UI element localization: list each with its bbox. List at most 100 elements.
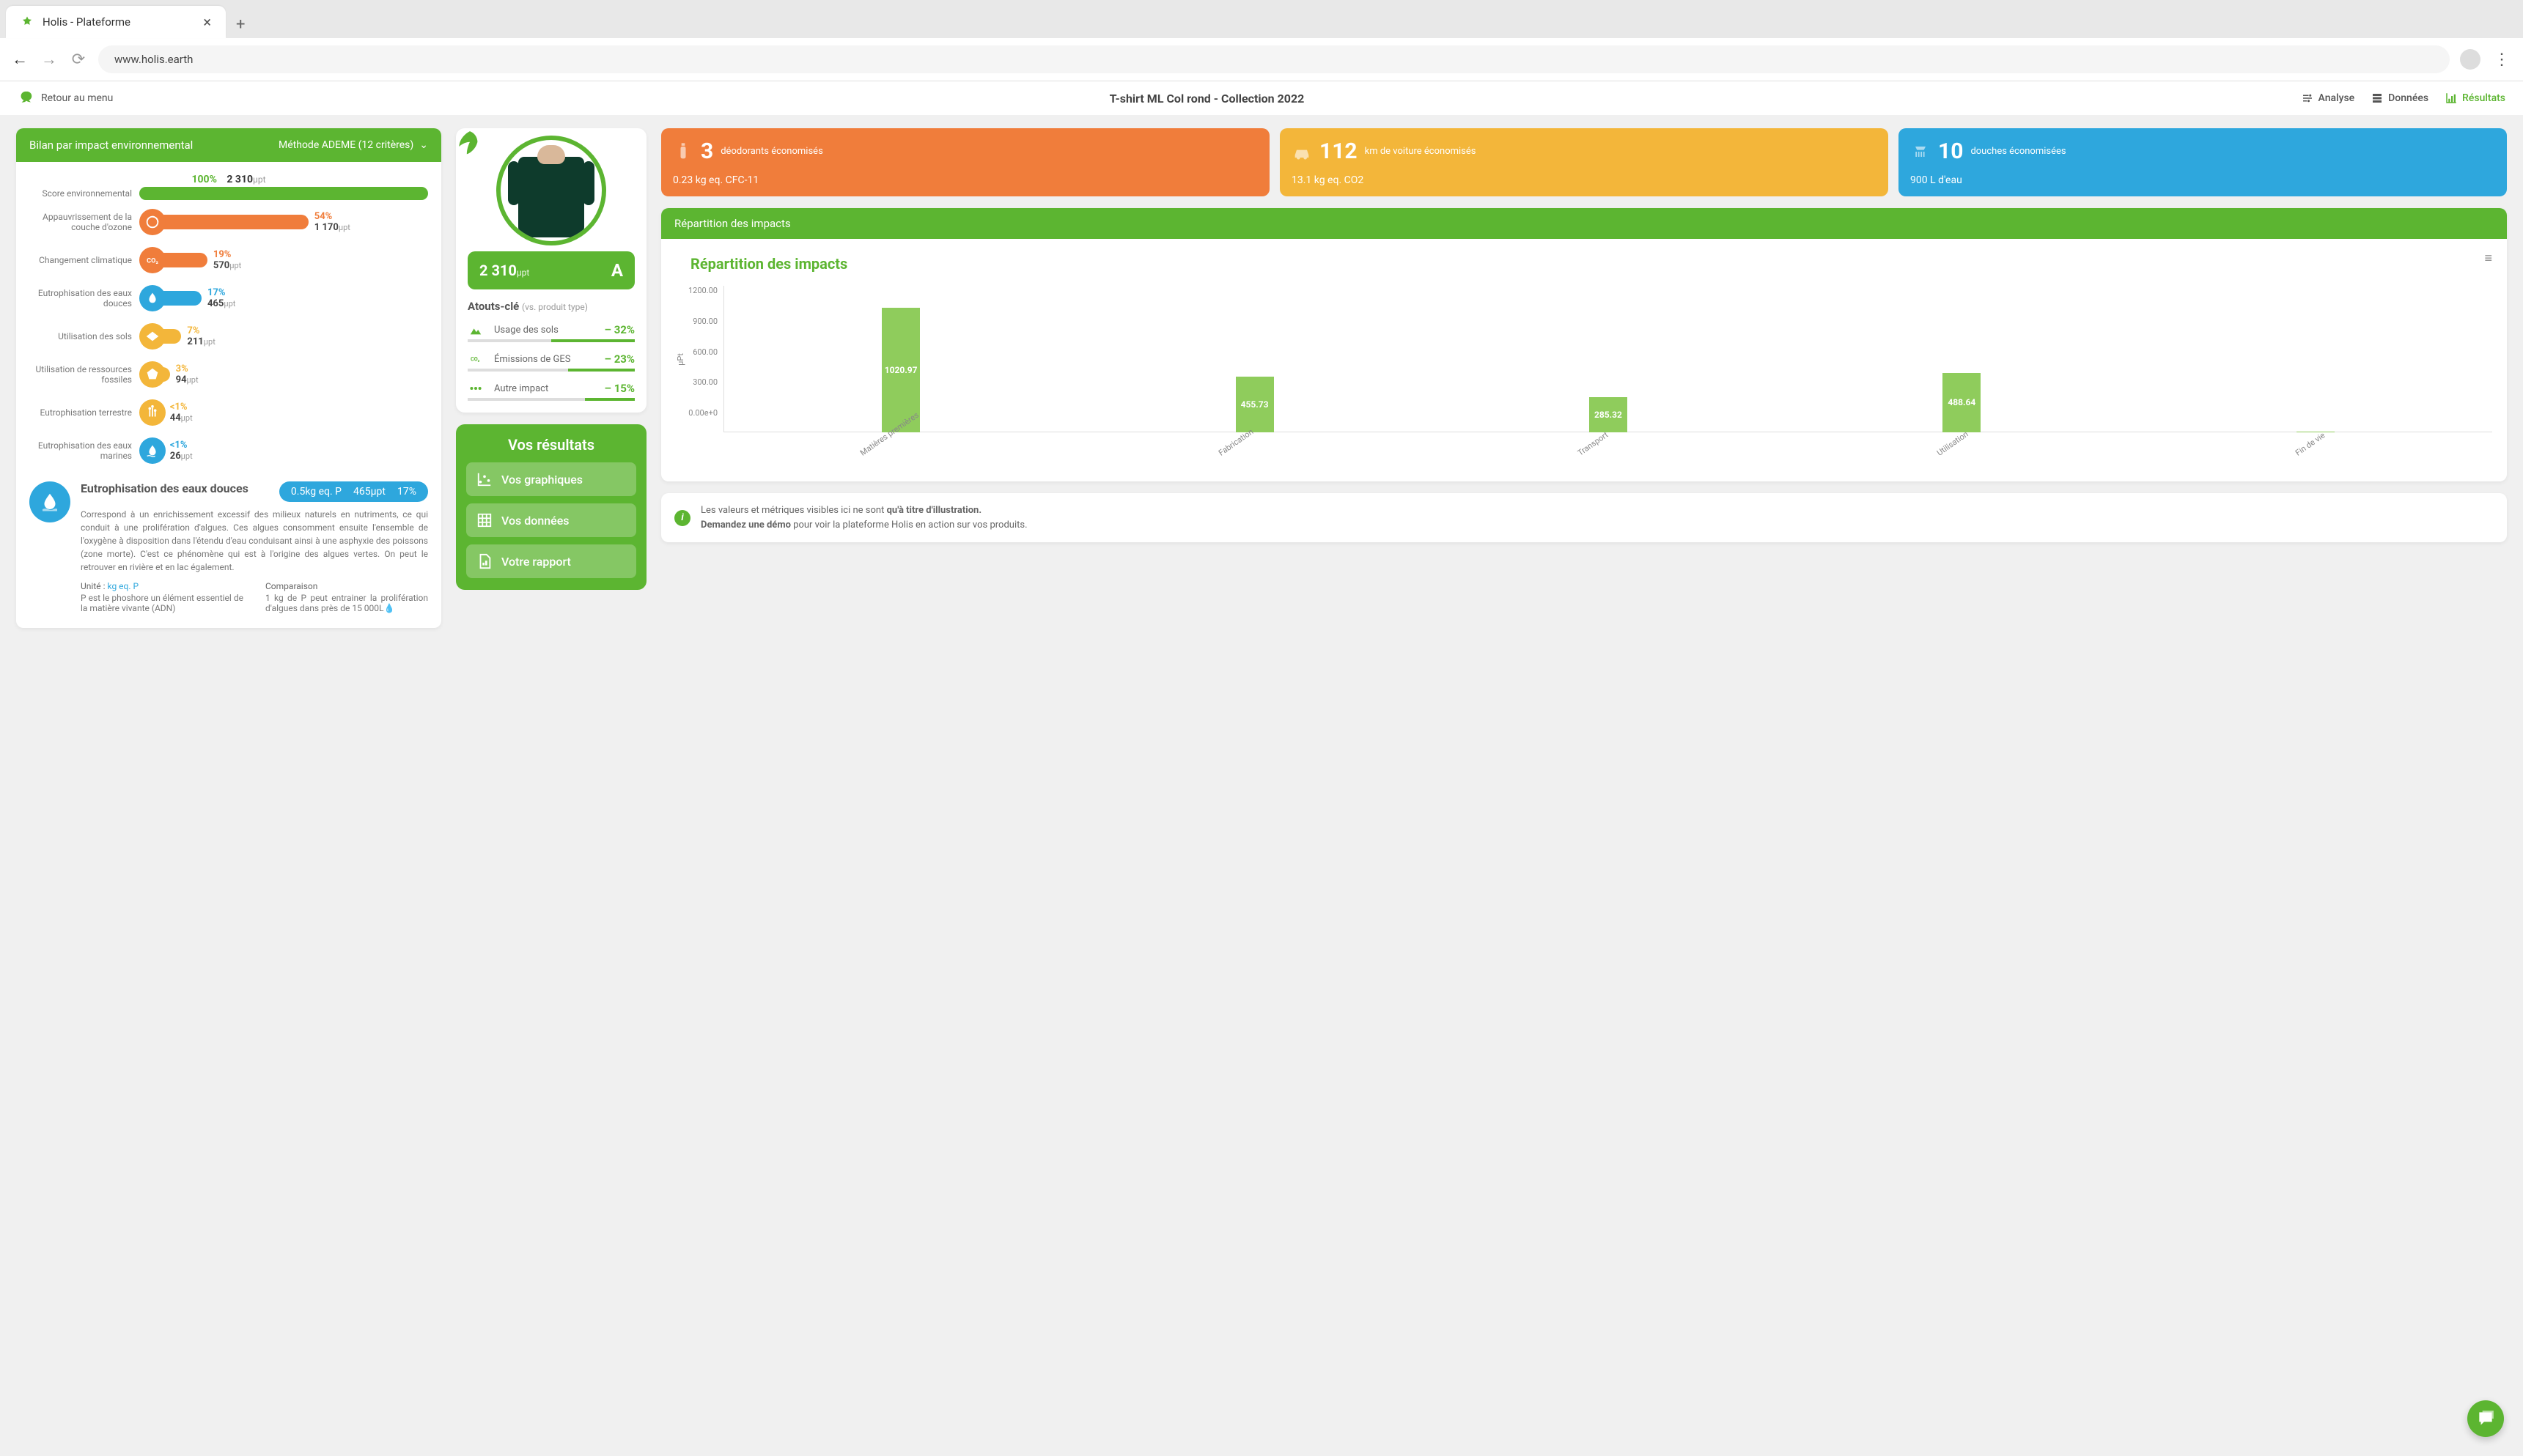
water-drop-icon	[29, 481, 70, 522]
detail-title: Eutrophisation des eaux douces	[81, 481, 248, 495]
atout-row: Autre impact – 15%	[468, 382, 635, 395]
impact-label: Eutrophisation des eaux douces	[29, 288, 132, 309]
co2t-icon: CO₂	[468, 353, 487, 365]
info-icon: i	[674, 510, 690, 526]
score-label: Score environnemental	[29, 188, 132, 199]
atouts-heading: Atouts-clé (vs. produit type)	[468, 300, 635, 313]
ozone-icon	[139, 209, 166, 235]
menu-icon[interactable]: ⋮	[2491, 51, 2513, 69]
water-icon	[139, 285, 166, 311]
detail-badge: 0.5kg eq. P 465µpt 17%	[279, 481, 428, 502]
impact-row[interactable]: <1% 26µpt	[139, 437, 428, 464]
equivalence-row: 3 déodorants économisés 0.23 kg eq. CFC-…	[661, 128, 2507, 196]
chart-bar[interactable]: 455.73	[1236, 377, 1274, 432]
atout-bar	[468, 339, 635, 342]
svg-text:CO₂: CO₂	[471, 355, 480, 362]
favicon-icon	[21, 15, 34, 29]
impact-bar	[152, 215, 309, 229]
notice-banner: i Les valeurs et métriques visibles ici …	[661, 493, 2507, 542]
sliders-icon	[2301, 92, 2314, 105]
score-bar	[139, 187, 428, 200]
bar-chart: µPt 1200.00900.00600.00300.000.00e+0 102…	[676, 286, 2492, 432]
top-nav: Analyse Données Résultats	[2301, 92, 2505, 105]
product-card: 2 310µpt A Atouts-clé (vs. produit type)…	[456, 128, 647, 413]
equivalence-card: 10 douches économisées 900 L d'eau	[1898, 128, 2507, 196]
page-title: T-shirt ML Col rond - Collection 2022	[113, 92, 2300, 106]
detail-box: Eutrophisation des eaux douces 0.5kg eq.…	[29, 481, 428, 613]
scatter-icon	[476, 471, 493, 487]
atout-bar	[468, 369, 635, 372]
address-bar[interactable]: www.holis.earth	[98, 45, 2450, 73]
chart-bar[interactable]: 285.32	[1589, 397, 1627, 432]
chart-menu-icon[interactable]: ≡	[2484, 251, 2492, 266]
new-tab-button[interactable]: +	[232, 15, 249, 38]
back-to-menu[interactable]: Retour au menu	[18, 90, 113, 106]
repartition-header: Répartition des impacts	[661, 208, 2507, 239]
land-icon	[139, 323, 166, 350]
tab-title: Holis - Plateforme	[43, 15, 194, 29]
impact-row[interactable]: 54% 1 170µpt	[139, 209, 428, 235]
btn-donnees[interactable]: Vos données	[466, 503, 636, 537]
app-topbar: Retour au menu T-shirt ML Col rond - Col…	[0, 81, 2523, 115]
chart-icon	[2445, 92, 2458, 105]
forward-icon[interactable]: →	[40, 50, 59, 69]
nav-donnees[interactable]: Données	[2371, 92, 2428, 105]
leaf-icon	[452, 128, 488, 165]
impact-row[interactable]: CO₂ 19% 570µpt	[139, 247, 428, 273]
impact-label: Appauvrissement de la couche d'ozone	[29, 212, 132, 233]
atout-bar	[468, 398, 635, 401]
dots-icon	[468, 383, 487, 394]
score-pill: 2 310µpt A	[468, 251, 635, 289]
chat-button[interactable]	[2467, 1400, 2504, 1437]
btn-rapport[interactable]: Votre rapport	[466, 544, 636, 578]
co2-icon: CO₂	[139, 247, 166, 273]
impact-row[interactable]: <1% 44µpt	[139, 399, 428, 426]
fossil-icon	[139, 361, 166, 388]
reload-icon[interactable]: ⟳	[69, 50, 88, 69]
atout-row: Usage des sols – 32%	[468, 323, 635, 336]
score-grade: A	[611, 260, 623, 281]
car-icon	[1292, 141, 1312, 162]
impact-label: Eutrophisation terrestre	[29, 407, 132, 418]
svg-text:CO₂: CO₂	[147, 258, 158, 265]
browser-tab[interactable]: Holis - Plateforme ×	[6, 6, 226, 38]
impact-label: Changement climatique	[29, 255, 132, 265]
terr-icon	[139, 399, 166, 426]
nav-resultats[interactable]: Résultats	[2445, 92, 2505, 105]
chart-title: Répartition des impacts	[690, 255, 2492, 273]
impact-label: Utilisation de ressources fossiles	[29, 364, 132, 385]
method-selector[interactable]: Méthode ADEME (12 critères) ⌄	[279, 139, 428, 151]
chat-icon	[2476, 1409, 2495, 1428]
impact-label: Utilisation des sols	[29, 331, 132, 341]
impact-row[interactable]: 7% 211µpt	[139, 323, 428, 350]
score-header: 100% 2 310µpt	[29, 174, 428, 185]
shower-icon	[1910, 141, 1931, 162]
marine-icon	[139, 437, 166, 464]
bilan-title: Bilan par impact environnemental	[29, 138, 193, 152]
back-to-menu-label: Retour au menu	[41, 92, 113, 104]
product-image	[496, 136, 606, 245]
browser-chrome: Holis - Plateforme × + ← → ⟳ www.holis.e…	[0, 0, 2523, 81]
bilan-card: Bilan par impact environnemental Méthode…	[16, 128, 441, 628]
atout-row: CO₂ Émissions de GES – 23%	[468, 352, 635, 366]
results-title: Vos résultats	[466, 436, 636, 454]
impact-label: Eutrophisation des eaux marines	[29, 440, 132, 462]
equivalence-card: 112 km de voiture économisés 13.1 kg eq.…	[1280, 128, 1888, 196]
impact-row[interactable]: 17% 465µpt	[139, 285, 428, 311]
detail-description: Correspond à un enrichissement excessif …	[81, 508, 428, 574]
chart-bar[interactable]: 488.64	[1942, 373, 1981, 432]
profile-avatar[interactable]	[2460, 49, 2480, 70]
logo-icon	[18, 90, 34, 106]
close-icon[interactable]: ×	[203, 13, 211, 31]
mountain-icon	[468, 324, 487, 336]
spray-icon	[673, 141, 693, 162]
file-icon	[476, 553, 493, 569]
chevron-down-icon: ⌄	[419, 139, 428, 151]
results-card: Vos résultats Vos graphiques Vos données…	[456, 424, 647, 590]
table-icon	[476, 512, 493, 528]
impact-row[interactable]: 3% 94µpt	[139, 361, 428, 388]
btn-graphiques[interactable]: Vos graphiques	[466, 462, 636, 496]
nav-analyse[interactable]: Analyse	[2301, 92, 2355, 105]
database-icon	[2371, 92, 2384, 105]
back-icon[interactable]: ←	[10, 50, 29, 69]
